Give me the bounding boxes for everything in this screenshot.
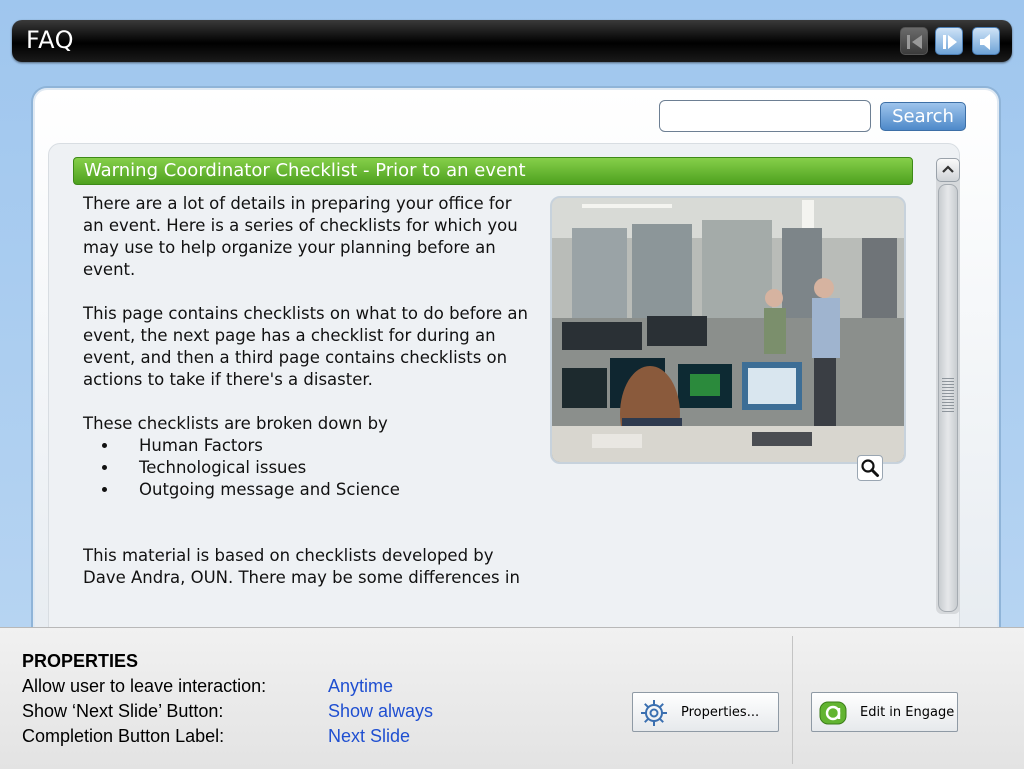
list-intro: These checklists are broken down by	[83, 414, 388, 433]
edit-in-engage-label: Edit in Engage	[860, 705, 955, 720]
prev-slide-button[interactable]	[900, 27, 928, 55]
operations-room-photo[interactable]	[550, 196, 906, 464]
search-button[interactable]: Search	[880, 102, 966, 131]
zoom-icon	[861, 459, 879, 477]
list-item: Technological issues	[119, 457, 533, 479]
audio-button[interactable]	[972, 27, 1000, 55]
gear-icon	[641, 700, 667, 726]
prop-value-completion: Next Slide	[328, 726, 411, 746]
zoom-button[interactable]	[857, 455, 883, 481]
list-item: Human Factors	[119, 435, 533, 457]
engage-logo-icon	[819, 701, 847, 725]
page-title: FAQ	[26, 26, 74, 54]
properties-button[interactable]: Properties...	[632, 692, 779, 732]
prop-label-leave: Allow user to leave interaction:	[22, 676, 267, 696]
properties-heading: PROPERTIES	[22, 651, 139, 671]
prop-label-completion: Completion Button Label:	[22, 726, 225, 746]
next-slide-icon	[943, 35, 957, 49]
source-paragraph: This material is based on checklists dev…	[83, 546, 520, 591]
pages-paragraph: This page contains checklists on what to…	[83, 304, 529, 389]
scroll-up-button[interactable]	[936, 158, 960, 182]
intro-paragraph: There are a lot of details in preparing …	[83, 194, 518, 279]
edit-in-engage-button[interactable]: Edit in Engage	[811, 692, 958, 732]
properties-button-label: Properties...	[681, 705, 760, 720]
photo-image	[552, 198, 904, 462]
body-text: There are a lot of details in preparing …	[83, 193, 533, 591]
checklist-categories: Human Factors Technological issues Outgo…	[83, 435, 533, 501]
audio-icon	[980, 34, 990, 50]
prop-value-next-button: Show always	[328, 701, 434, 721]
list-item: Outgoing message and Science	[119, 479, 533, 501]
title-bar: FAQ	[12, 20, 1012, 62]
properties-divider	[792, 636, 793, 764]
next-slide-button[interactable]	[935, 27, 963, 55]
scrollbar-grip-icon	[942, 378, 954, 414]
search-input[interactable]	[659, 100, 871, 132]
section-heading: Warning Coordinator Checklist - Prior to…	[73, 157, 913, 185]
prop-value-leave: Anytime	[328, 676, 394, 696]
chevron-up-icon	[942, 165, 954, 173]
prev-slide-icon	[907, 35, 922, 49]
prop-label-next-button: Show ‘Next Slide’ Button:	[22, 701, 224, 721]
